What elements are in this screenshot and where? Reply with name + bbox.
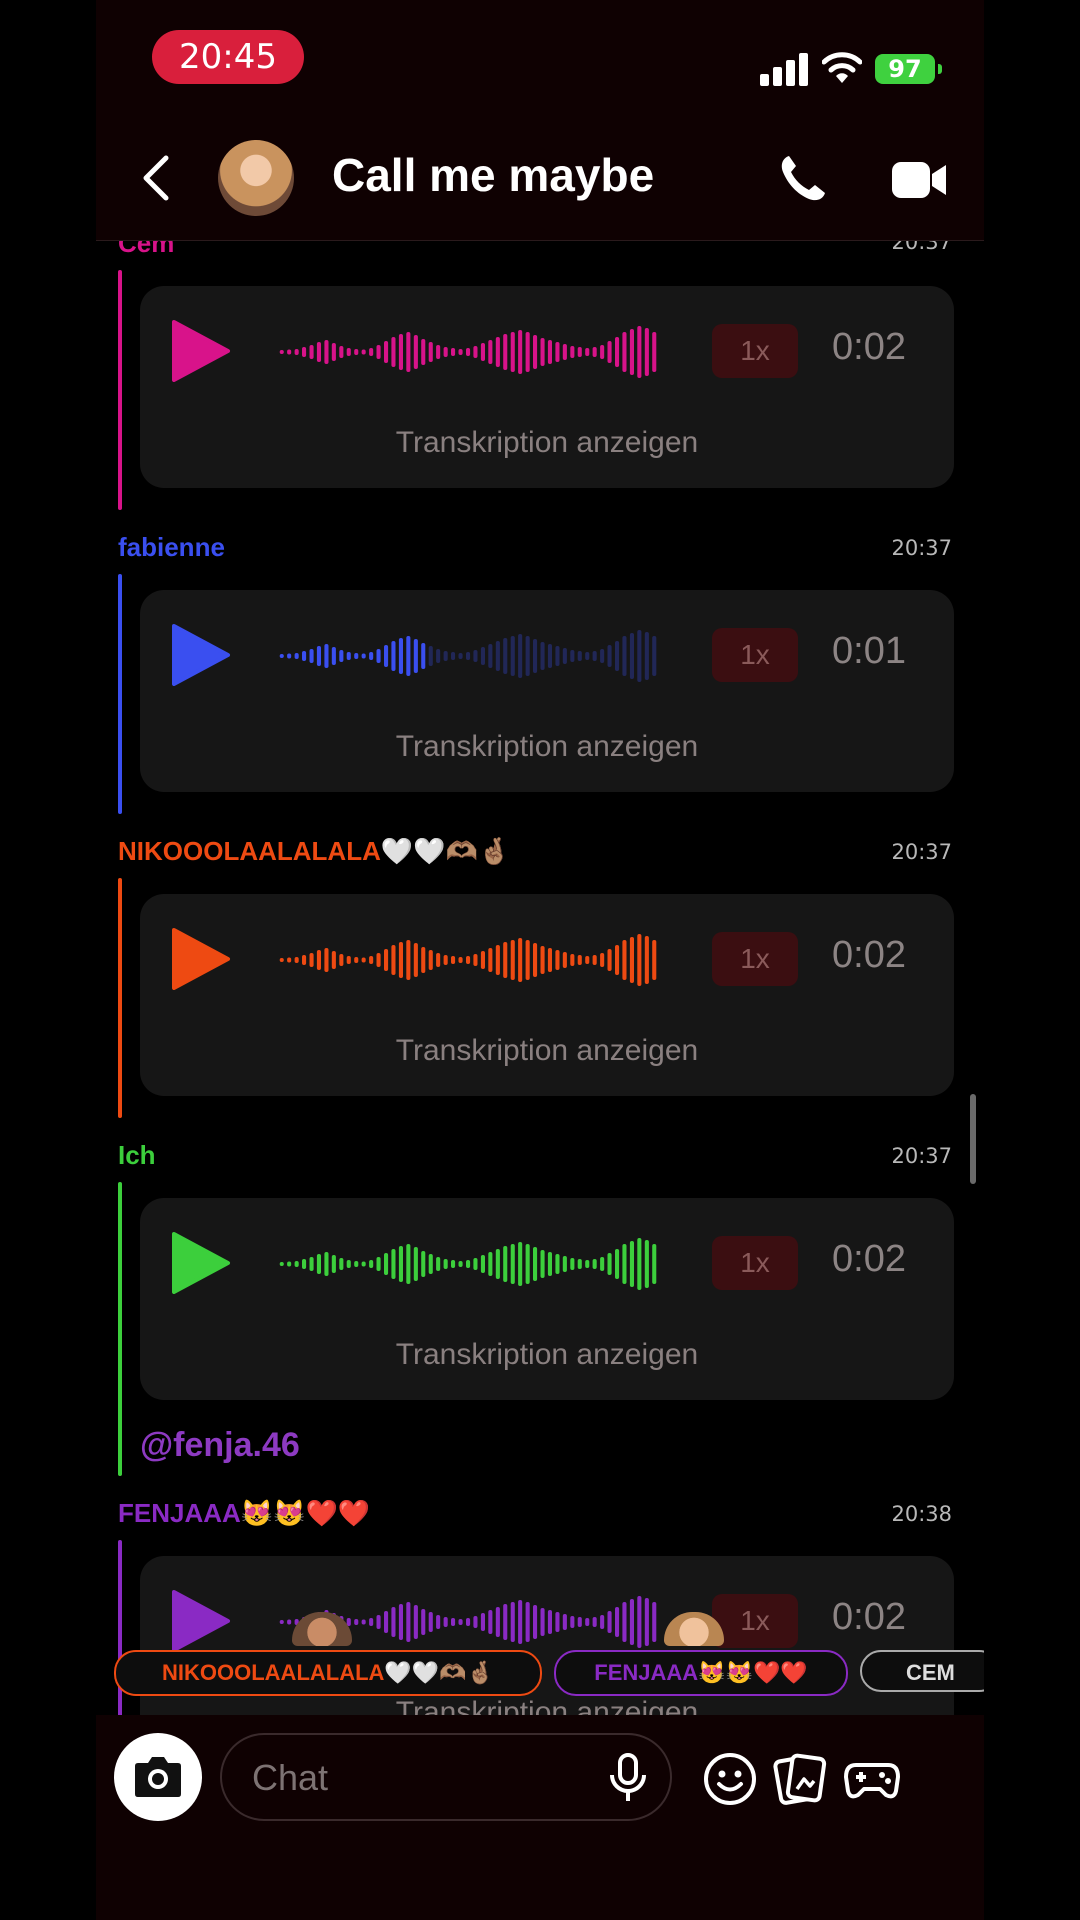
show-transcription-link[interactable]: Transkription anzeigen [140,730,954,764]
voice-note[interactable]: 1x 0:02 Transkription anzeigen [140,286,954,488]
playback-speed-button[interactable]: 1x [712,932,798,986]
battery-indicator: 97 [875,54,942,84]
top-bar: 20:45 97 Call me maybe [96,0,984,241]
participant-chip[interactable]: FENJAAA😻😻❤️❤️ [554,1650,848,1696]
participant-chip[interactable]: CEM [860,1650,984,1692]
smiley-icon[interactable] [702,1751,758,1807]
microphone-icon[interactable] [606,1753,650,1805]
scrollbar[interactable] [970,1094,976,1184]
show-transcription-link[interactable]: Transkription anzeigen [140,1034,954,1068]
voice-duration: 0:02 [832,1238,906,1280]
status-time: 20:45 [152,30,304,84]
show-transcription-link[interactable]: Transkription anzeigen [140,1338,954,1372]
message-sender: NIKOOOLAALALALA🤍🤍🫶🏽🤞🏽 [118,836,511,866]
show-transcription-link[interactable]: Transkription anzeigen [140,426,954,460]
chat-title[interactable]: Call me maybe [332,148,654,202]
message-thread-bar [118,574,122,814]
playback-speed-button[interactable]: 1x [712,1236,798,1290]
play-icon[interactable] [170,320,232,382]
voice-note[interactable]: 1x 0:01 Transkription anzeigen [140,590,954,792]
play-icon[interactable] [170,1232,232,1294]
message-sender: fabienne [118,532,225,562]
message-thread-bar [118,270,122,510]
message-time: 20:37 [891,1144,952,1168]
message-sender: FENJAAA😻😻❤️❤️ [118,1498,371,1528]
composer-bar [96,1715,984,1920]
chat-field[interactable] [220,1733,672,1821]
message-sender: Ich [118,1140,156,1170]
message-thread-bar [118,878,122,1118]
chevron-left-icon[interactable] [136,152,176,204]
message-time: 20:38 [891,1502,952,1526]
active-participants-row: NIKOOOLAALALALA🤍🤍🫶🏽🤞🏽 FENJAAA😻😻❤️❤️ CEM [96,1650,984,1696]
waveform[interactable] [278,628,658,684]
phone-screen: 20:45 97 Call me maybe Cem 20:37 1x 0:02… [96,0,984,1920]
camera-icon [135,1757,181,1797]
voice-duration: 0:02 [832,1596,906,1638]
playback-speed-button[interactable]: 1x [712,628,798,682]
wifi-icon [822,52,862,83]
camera-button[interactable] [114,1733,202,1821]
message-sender: Cem [118,240,175,258]
waveform[interactable] [278,932,658,988]
voice-duration: 0:02 [832,326,906,368]
message-thread-bar [118,1182,122,1476]
mention-link[interactable]: @fenja.46 [140,1426,300,1465]
participant-chip[interactable]: NIKOOOLAALALALA🤍🤍🫶🏽🤞🏽 [114,1650,542,1696]
waveform[interactable] [278,324,658,380]
avatar[interactable] [218,140,294,216]
playback-speed-button[interactable]: 1x [712,1594,798,1648]
play-icon[interactable] [170,928,232,990]
voice-duration: 0:02 [832,934,906,976]
video-camera-icon[interactable] [892,160,948,200]
chat-input[interactable] [250,1753,594,1803]
photo-cards-icon[interactable] [772,1751,828,1807]
message-time: 20:37 [891,840,952,864]
voice-note[interactable]: 1x 0:02 Transkription anzeigen [140,894,954,1096]
play-icon[interactable] [170,624,232,686]
game-controller-icon[interactable] [844,1751,900,1807]
phone-icon[interactable] [777,152,829,204]
message-time: 20:37 [891,536,952,560]
message-feed[interactable]: Cem 20:37 1x 0:02 Transkription anzeigen… [96,240,984,1720]
voice-duration: 0:01 [832,630,906,672]
signal-icon [760,52,808,86]
playback-speed-button[interactable]: 1x [712,324,798,378]
message-time: 20:37 [891,240,952,254]
voice-note[interactable]: 1x 0:02 Transkription anzeigen [140,1198,954,1400]
play-icon[interactable] [170,1590,232,1652]
waveform[interactable] [278,1236,658,1292]
